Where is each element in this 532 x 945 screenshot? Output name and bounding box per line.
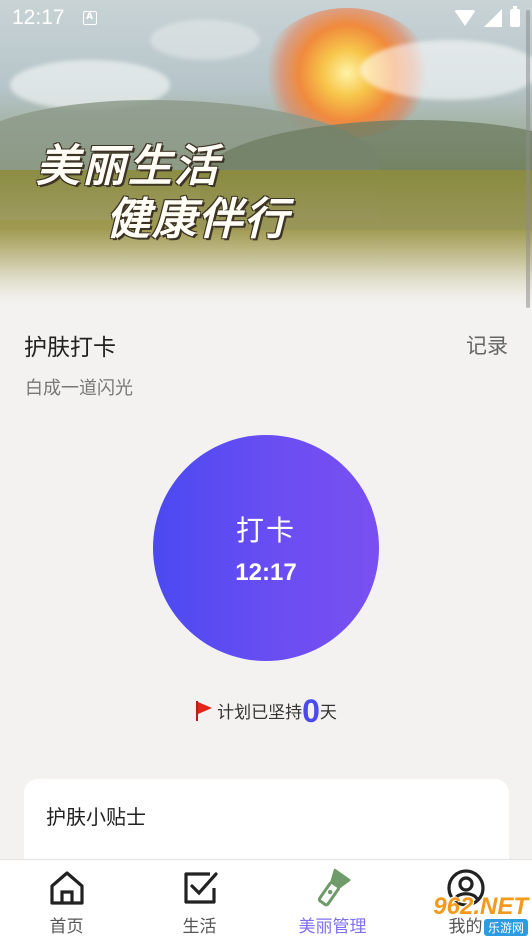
hero-banner: 美丽生活 健康伴行 [0,0,532,310]
record-link[interactable]: 记录 [466,330,508,360]
streak-info: 计划已坚持0天 [0,693,532,730]
nav-label-beauty: 美丽管理 [298,917,367,937]
nav-item-home[interactable]: 首页 [0,860,133,945]
home-icon [49,871,84,905]
cloud-illustration [360,40,532,100]
nav-item-life[interactable]: 生活 [133,860,266,945]
section-title: 护肤打卡 [24,335,116,361]
checkin-button-label: 打卡 [235,514,296,547]
status-bar: 12:17 A [0,0,532,36]
notification-a-icon: A [82,11,97,25]
streak-prefix: 计划已坚持 [217,703,303,723]
battery-icon [510,6,520,27]
watermark-sub: 乐游网 [483,918,528,936]
watermark-main: 962.NET [433,892,528,920]
scrollbar[interactable] [526,10,530,308]
tips-title: 护肤小贴士 [46,805,146,829]
wifi-icon [454,10,476,26]
streak-suffix: 天 [319,703,337,723]
hero-slogan-line2: 健康伴行 [106,194,290,245]
watermark-logo: 962.NET 乐游网 [400,888,528,940]
signal-icon [484,9,502,27]
nav-item-beauty[interactable]: 美丽管理 [266,860,399,945]
flag-icon [195,701,213,721]
status-time: 12:17 [12,6,65,29]
nav-label-life: 生活 [182,917,217,937]
streak-days: 0 [302,693,320,729]
checkin-button[interactable]: 打卡 12:17 [153,435,379,661]
checkbox-icon [183,872,218,904]
flashlight-icon [317,868,351,907]
checkin-button-time: 12:17 [235,559,297,586]
section-subtitle: 白成一道闪光 [25,378,133,399]
nav-label-home: 首页 [49,917,84,937]
